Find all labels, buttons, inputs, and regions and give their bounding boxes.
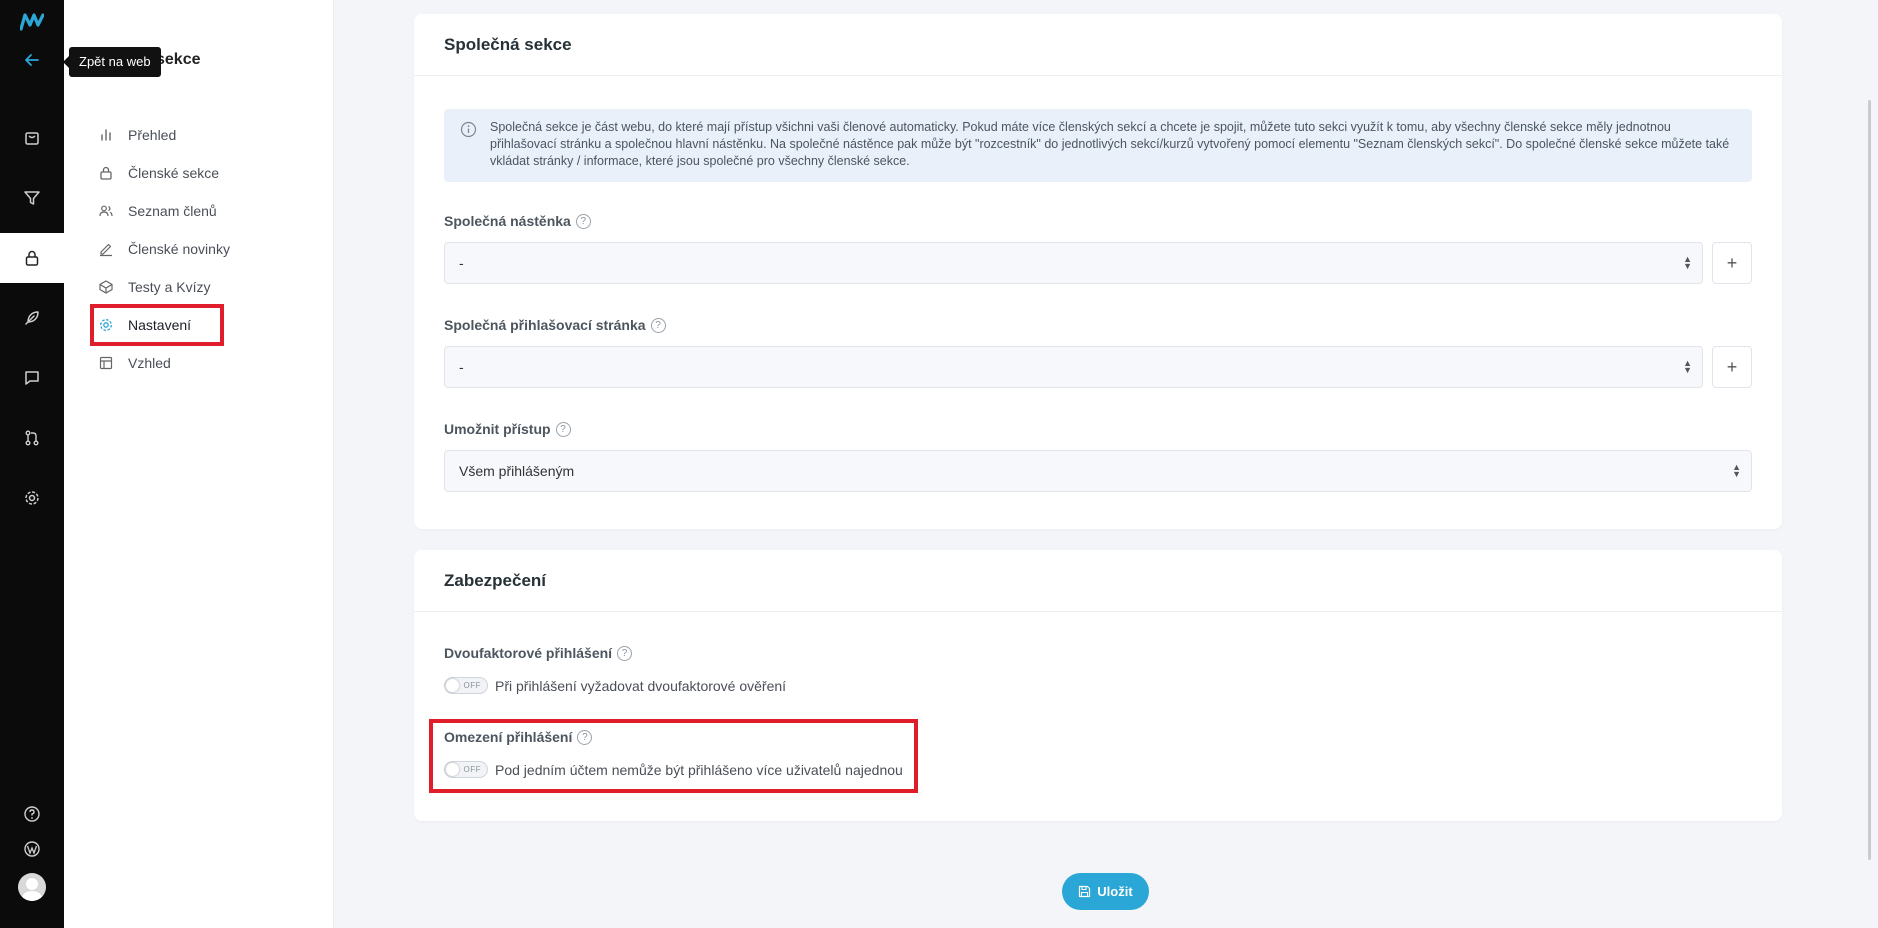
bar-chart-icon bbox=[98, 127, 114, 143]
common-login-page-value: - bbox=[459, 359, 464, 375]
users-icon bbox=[98, 203, 114, 219]
toggle-knob bbox=[446, 679, 459, 692]
common-dashboard-label: Společná nástěnka ? bbox=[444, 213, 591, 229]
common-dashboard-label-text: Společná nástěnka bbox=[444, 213, 571, 229]
highlight-box-nastaveni bbox=[90, 304, 224, 346]
common-login-page-label-text: Společná přihlašovací stránka bbox=[444, 317, 646, 333]
sidebar-title: sekce bbox=[156, 51, 201, 68]
sidebar-item-label: Vzhled bbox=[128, 355, 171, 371]
sidebar-item-testy-a-kvizy[interactable]: Testy a Kvízy bbox=[98, 272, 210, 302]
info-box: Společná sekce je část webu, do které ma… bbox=[444, 109, 1752, 182]
add-login-page-button[interactable]: + bbox=[1712, 346, 1752, 388]
sidebar-item-seznam-clenu[interactable]: Seznam členů bbox=[98, 196, 217, 226]
two-factor-label: Dvoufaktorové přihlášení ? bbox=[444, 645, 633, 661]
two-factor-label-text: Dvoufaktorové přihlášení bbox=[444, 645, 613, 661]
sidebar-item-label: Testy a Kvízy bbox=[128, 279, 211, 295]
save-button-label: Uložit bbox=[1097, 884, 1133, 899]
sidebar-item-vzhled[interactable]: Vzhled bbox=[98, 348, 171, 378]
quiz-icon bbox=[98, 279, 114, 295]
allow-access-label: Umožnit přístup ? bbox=[444, 421, 571, 437]
common-dashboard-select[interactable]: - ▲ ▼ bbox=[444, 242, 1703, 284]
save-button[interactable]: Uložit bbox=[1062, 873, 1149, 910]
help-icon[interactable]: ? bbox=[575, 213, 591, 229]
sidebar-item-clenske-sekce[interactable]: Členské sekce bbox=[98, 158, 219, 188]
avatar[interactable] bbox=[18, 873, 46, 901]
common-login-page-select[interactable]: - ▲ ▼ bbox=[444, 346, 1703, 388]
feather-icon[interactable] bbox=[0, 293, 64, 343]
gear-icon[interactable] bbox=[0, 473, 64, 523]
layout-icon bbox=[98, 355, 114, 371]
git-branch-icon[interactable] bbox=[0, 413, 64, 463]
sidebar-item-label: Seznam členů bbox=[128, 203, 217, 219]
two-factor-text: Při přihlášení vyžadovat dvoufaktorové o… bbox=[495, 677, 787, 694]
back-arrow-icon[interactable] bbox=[0, 35, 64, 85]
select-arrows-icon: ▲ ▼ bbox=[1683, 254, 1692, 271]
sidebar-item-label: Přehled bbox=[128, 127, 177, 143]
help-icon[interactable]: ? bbox=[555, 421, 571, 437]
app-logo-icon[interactable] bbox=[19, 13, 45, 31]
common-section-card: Společná sekce Společná sekce je část we… bbox=[414, 14, 1782, 529]
two-factor-row: OFF Při přihlášení vyžadovat dvoufaktoro… bbox=[444, 677, 786, 694]
info-icon bbox=[460, 121, 477, 138]
chat-icon[interactable] bbox=[0, 353, 64, 403]
allow-access-select[interactable]: Všem přihlášeným ▲ ▼ bbox=[444, 450, 1752, 492]
select-arrows-icon: ▲ ▼ bbox=[1732, 462, 1741, 479]
highlight-box-login-limit bbox=[429, 719, 918, 793]
sidebar-item-clenske-novinky[interactable]: Členské novinky bbox=[98, 234, 230, 264]
pencil-icon bbox=[98, 241, 114, 257]
two-factor-toggle[interactable]: OFF bbox=[444, 677, 488, 694]
icon-rail bbox=[0, 0, 64, 928]
sidebar-item-label: Členské sekce bbox=[128, 165, 220, 181]
help-icon[interactable]: ? bbox=[617, 645, 633, 661]
common-login-page-label: Společná přihlašovací stránka ? bbox=[444, 317, 666, 333]
help-icon[interactable]: ? bbox=[650, 317, 666, 333]
common-section-title: Společná sekce bbox=[414, 14, 1782, 76]
shopping-bag-icon[interactable] bbox=[0, 113, 64, 163]
lock-icon bbox=[98, 165, 114, 181]
sidebar-item-label: Členské novinky bbox=[128, 241, 230, 257]
floppy-icon bbox=[1079, 885, 1091, 898]
info-text: Společná sekce je část webu, do které ma… bbox=[490, 120, 1730, 168]
lock-icon[interactable] bbox=[0, 233, 64, 283]
select-arrows-icon: ▲ ▼ bbox=[1683, 358, 1692, 375]
add-dashboard-button[interactable]: + bbox=[1712, 242, 1752, 284]
common-dashboard-value: - bbox=[459, 255, 464, 271]
section-sidebar: sekce Přehled Členské sekce Seznam členů… bbox=[64, 0, 334, 928]
page-scrollbar[interactable] bbox=[1868, 100, 1871, 860]
security-title: Zabezpečení bbox=[414, 550, 1782, 612]
toggle-state: OFF bbox=[463, 681, 481, 690]
funnel-icon[interactable] bbox=[0, 173, 64, 223]
wordpress-icon[interactable] bbox=[0, 824, 64, 874]
allow-access-value: Všem přihlášeným bbox=[459, 463, 575, 479]
sidebar-item-prehled[interactable]: Přehled bbox=[98, 120, 176, 150]
allow-access-label-text: Umožnit přístup bbox=[444, 421, 551, 437]
back-to-web-tooltip: Zpět na web bbox=[63, 47, 161, 77]
